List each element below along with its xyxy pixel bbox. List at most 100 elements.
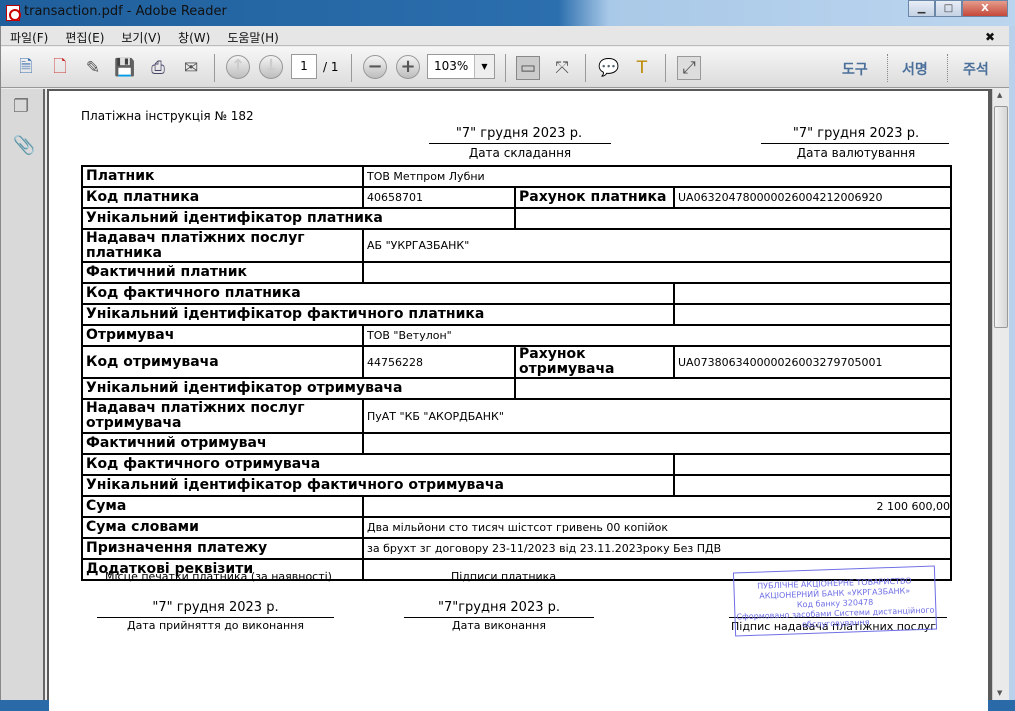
save-icon[interactable]: 💾 [113,56,137,80]
amount-value: 2 100 600,00 [361,495,953,518]
page-number-input[interactable]: 1 [291,54,317,79]
zoom-select[interactable]: 103% ▼ [427,54,495,79]
doc-title: Платіжна інструкція № 182 [81,109,254,123]
table-row: Отримувач ТОВ "Ветулон" [81,324,953,347]
table-row: Надавач платіжних послуг отримувача ПуАТ … [81,398,953,434]
menu-help[interactable]: 도움말(H) [227,29,279,46]
date-value: "7" грудня 2023 р. [792,126,920,141]
actual-recipient-code-label: Код фактичного отримувача [81,453,675,476]
recipient-psp-value: ПуАТ "КБ "АКОРДБАНК" [361,398,953,434]
amount-words-value: Два мільйони сто тисяч шістсот гривень 0… [361,516,953,539]
date-created: "7" грудня 2023 р. [455,126,583,141]
date-executed: "7"грудня 2023 р. [437,600,561,615]
highlight-text-icon[interactable]: T [630,56,654,80]
amount-label: Сума [81,495,364,518]
maximize-button[interactable]: □ [935,0,962,17]
payer-uid-value [513,207,953,230]
payer-account-label: Рахунок платника [514,186,675,209]
sign-link[interactable]: 서명 [902,59,928,79]
toolbar: 🗎 🗋 ✎ 💾 ⎙ ✉ ↑ ↓ 1 / 1 − + 103% ▼ ▭ ⤧ 💬 T … [1,47,1009,88]
menu-edit[interactable]: 편집(E) [65,29,104,46]
actual-payer-uid-value [672,303,953,326]
comment-icon[interactable]: 💬 [597,56,621,80]
actual-recipient-uid-value [672,474,953,497]
table-row: Код фактичного платника [81,282,953,305]
amount-words-label: Сума словами [81,516,364,539]
scroll-up-icon[interactable]: ▲ [997,91,1002,99]
minimize-button[interactable]: ▁ [908,0,935,17]
scroll-down-icon[interactable]: ▼ [997,689,1002,697]
date-accepted-label: Дата прийняття до виконання [127,619,304,632]
pages-icon[interactable]: ❐ [13,96,29,117]
tools-link[interactable]: 도구 [842,59,868,79]
close-button[interactable]: X [962,0,1008,17]
purpose-label: Призначення платежу [81,537,364,560]
payer-psp-value: АБ "УКРГАЗБАНК" [361,228,953,263]
table-row: Надавач платіжних послуг платника АБ "УКР… [81,228,953,263]
table-row: Унікальний ідентифікатор фактичного плат… [81,303,953,326]
create-pdf-icon[interactable]: 🗋 [48,56,72,80]
vertical-scrollbar[interactable]: ▲ ▼ [992,89,1009,700]
payer-account-value: UA063204780000026004212006920 [672,186,953,209]
recipient-account-value: UA073806340000026003279705001 [672,345,953,379]
menu-bar: 파일(F) 편집(E) 보기(V) 창(W) 도움말(H) ✖ [1,26,1009,46]
recipient-code-value: 44756228 [362,345,516,379]
navigation-sidebar: ❐ 📎 [1,89,45,700]
comment-link[interactable]: 주석 [963,59,989,79]
date-accepted: "7" грудня 2023 р. [152,600,279,615]
actual-recipient-label: Фактичний отримувач [81,432,364,455]
actual-recipient-uid-label: Унікальний ідентифікатор фактичного отри… [81,474,675,497]
table-row: Код платника 40658701 Рахунок платника UA06… [81,186,953,209]
recipient-value: ТОВ "Ветулон" [361,324,953,347]
zoom-in-icon[interactable]: + [396,55,420,79]
payment-form-table: Платник ТОВ Метпром Лубни Код платника 406… [81,165,953,581]
payer-label: Платник [81,165,364,188]
actual-payer-uid-label: Унікальний ідентифікатор фактичного плат… [81,303,675,326]
recipient-code-label: Код отримувача [81,345,364,379]
table-row: Фактичний отримувач [81,432,953,455]
app-window: 파일(F) 편집(E) 보기(V) 창(W) 도움말(H) ✖ 🗎 🗋 ✎ 💾 ⎙ ✉ … [0,26,1015,711]
recipient-uid-value [513,377,953,400]
actual-recipient-code-value [672,453,953,476]
payer-code-value: 40658701 [362,186,516,209]
payer-value: ТОВ Метпром Лубни [361,165,953,188]
next-page-icon[interactable]: ↓ [259,55,283,79]
table-row: Сума 2 100 600,00 [81,495,953,518]
full-screen-icon[interactable]: ⤢ [677,56,701,80]
table-row: Призначення платежу за брухт зг договору … [81,537,953,560]
menu-file[interactable]: 파일(F) [10,29,48,46]
actual-payer-code-value [672,282,953,305]
payer-psp-label: Надавач платіжних послуг платника [81,228,364,263]
zoom-out-icon[interactable]: − [363,55,387,79]
table-row: Сума словами Два мільйони сто тисяч шістс… [81,516,953,539]
fit-page-icon[interactable]: ⤧ [550,56,574,80]
scroll-thumb[interactable] [994,106,1008,328]
chevron-down-icon[interactable]: ▼ [474,55,494,78]
email-icon[interactable]: ✉ [179,56,203,80]
table-row: Унікальний ідентифікатор фактичного отри… [81,474,953,497]
actual-payer-label: Фактичний платник [81,261,364,284]
date-created-label: Дата складання [468,146,572,160]
date-executed-label: Дата виконання [452,619,546,632]
attachment-icon[interactable]: 📎 [13,135,35,156]
actual-recipient-value [361,432,953,455]
fit-width-icon[interactable]: ▭ [516,56,540,80]
previous-page-icon[interactable]: ↑ [226,55,250,79]
bank-stamp: ПУБЛІЧНЕ АКЦІОНЕРНЕ ТОВАРИСТВО АКЦІОНЕРНИ… [732,565,938,637]
zoom-value: 103% [434,59,469,73]
print-icon[interactable]: ⎙ [146,56,170,80]
edit-icon[interactable]: ✎ [81,56,105,80]
table-row: Унікальний ідентифікатор платника [81,207,953,230]
menu-view[interactable]: 보기(V) [121,29,161,46]
menu-window[interactable]: 창(W) [178,29,210,46]
close-document-icon[interactable]: ✖ [985,30,995,44]
stamp-place-label: Місце печатки платника (за наявності) [105,570,332,583]
window-title: transaction.pdf - Adobe Reader [24,4,227,19]
actual-payer-code-label: Код фактичного платника [81,282,675,305]
payer-uid-label: Унікальний ідентифікатор платника [81,207,516,230]
open-icon[interactable]: 🗎 [14,56,38,80]
actual-payer-value [361,261,953,284]
table-row: Фактичний платник [81,261,953,284]
recipient-psp-label: Надавач платіжних послуг отримувача [81,398,364,434]
recipient-label: Отримувач [81,324,364,347]
